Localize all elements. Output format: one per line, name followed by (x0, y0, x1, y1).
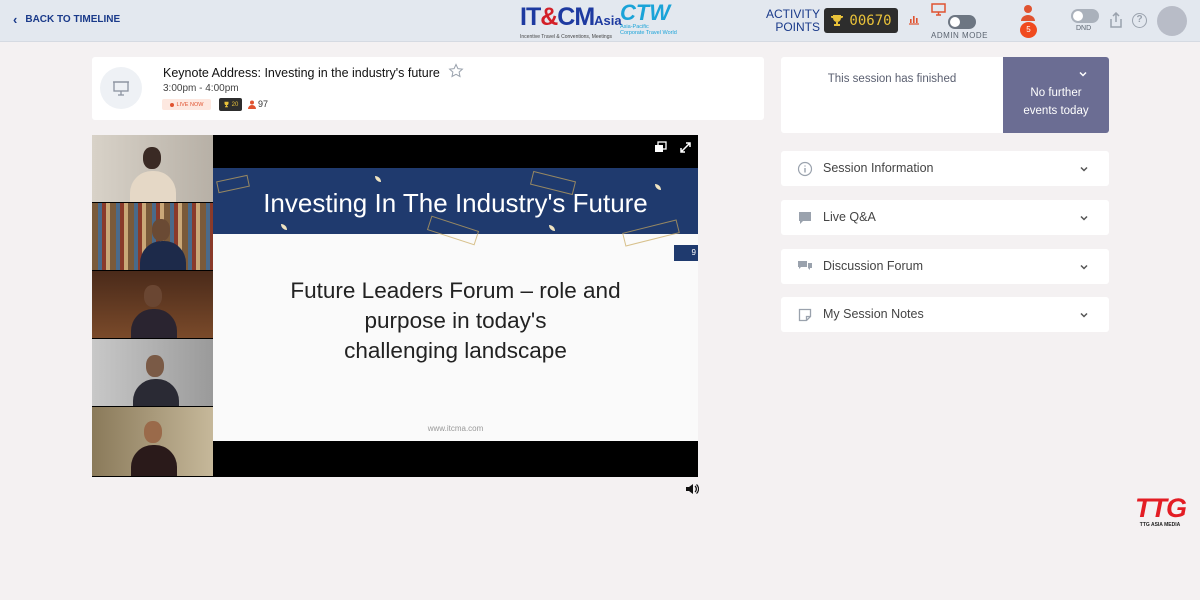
chevron-down-icon (1080, 166, 1088, 172)
trophy-icon (831, 15, 844, 26)
session-points-badge: 20 (219, 98, 242, 111)
share-icon[interactable] (1109, 12, 1123, 28)
presentation-slide: Investing In The Industry's Future 9 Fut… (213, 168, 698, 441)
session-status-card: This session has finished No further eve… (781, 57, 1109, 133)
trophy-icon (224, 101, 229, 108)
my-session-notes-section[interactable]: My Session Notes (781, 297, 1109, 332)
participant-tile (92, 407, 213, 477)
chevron-down-icon (1079, 71, 1087, 77)
slide-url: www.itcma.com (427, 424, 484, 433)
person-alert-icon (1021, 5, 1035, 21)
participant-tile (92, 135, 213, 203)
session-time: 3:00pm - 4:00pm (163, 83, 239, 94)
chevron-down-icon (1080, 264, 1088, 270)
admin-mode-control: ADMIN MODE (930, 3, 992, 41)
chevron-down-icon (1080, 215, 1088, 221)
help-icon[interactable]: ? (1132, 13, 1147, 28)
participant-gallery (92, 135, 213, 477)
dnd-toggle[interactable] (1071, 9, 1099, 23)
dnd-control: DND (1070, 9, 1100, 35)
live-qa-section[interactable]: Live Q&A (781, 200, 1109, 235)
dnd-label: DND (1076, 25, 1092, 32)
bar-chart-icon[interactable] (908, 13, 920, 25)
live-dot-icon (169, 102, 174, 107)
presentation-icon (100, 67, 142, 109)
session-information-section[interactable]: Session Information (781, 151, 1109, 186)
favorite-star-icon[interactable] (448, 63, 464, 79)
top-header: ‹ BACK TO TIMELINE IT&CMAsia Incentive T… (0, 0, 1200, 42)
live-now-badge: LIVE NOW (162, 99, 211, 110)
admin-mode-label: ADMIN MODE (931, 31, 988, 40)
chat-bubble-icon (799, 212, 811, 224)
participant-tile (92, 271, 213, 339)
activity-points-counter[interactable]: 00670 (824, 8, 898, 33)
back-to-timeline-link[interactable]: ‹ BACK TO TIMELINE (13, 11, 121, 27)
chevron-down-icon (1080, 312, 1088, 318)
forum-icon (798, 261, 812, 270)
session-finished-message: This session has finished (827, 73, 957, 85)
participant-tile (92, 203, 213, 271)
picture-in-picture-icon[interactable] (654, 141, 667, 154)
session-header-card: Keynote Address: Investing in the indust… (92, 57, 764, 120)
ctw-logo: CTW Asia-Pacific Corporate Travel World (620, 0, 677, 37)
notes-icon (798, 308, 812, 322)
slide-page-number: 9 (674, 245, 698, 261)
volume-icon[interactable] (685, 482, 699, 496)
user-avatar[interactable] (1157, 6, 1187, 36)
discussion-forum-section[interactable]: Discussion Forum (781, 249, 1109, 284)
next-events-panel[interactable]: No further events today (1003, 57, 1109, 133)
person-icon (248, 100, 256, 109)
monitor-icon (931, 3, 946, 16)
slide-heading: Investing In The Industry's Future (263, 188, 648, 218)
section-label: Live Q&A (823, 210, 876, 224)
section-label: Session Information (823, 161, 934, 175)
participant-tile (92, 339, 213, 407)
notification-badge: 5 (1020, 22, 1037, 38)
info-icon (797, 161, 813, 177)
fullscreen-icon[interactable] (679, 141, 692, 154)
session-title: Keynote Address: Investing in the indust… (163, 66, 440, 80)
activity-points-label: ACTIVITY POINTS (765, 7, 820, 34)
back-link-label: BACK TO TIMELINE (25, 14, 121, 25)
section-label: Discussion Forum (823, 259, 924, 273)
chevron-left-icon: ‹ (13, 11, 18, 27)
itcm-asia-logo: IT&CMAsia Incentive Travel & Conventions… (520, 3, 622, 40)
points-value: 00670 (849, 12, 892, 29)
admin-mode-toggle[interactable] (948, 15, 976, 29)
video-player[interactable]: Investing In The Industry's Future 9 Fut… (92, 135, 698, 477)
ttg-asia-media-logo: TTG TTG ASIA MEDIA (1135, 493, 1187, 528)
attendee-count: 97 (248, 99, 268, 109)
section-label: My Session Notes (823, 307, 924, 321)
notifications-button[interactable]: 5 (1018, 4, 1040, 38)
slide-body: Future Leaders Forum – role and purpose … (290, 278, 621, 363)
